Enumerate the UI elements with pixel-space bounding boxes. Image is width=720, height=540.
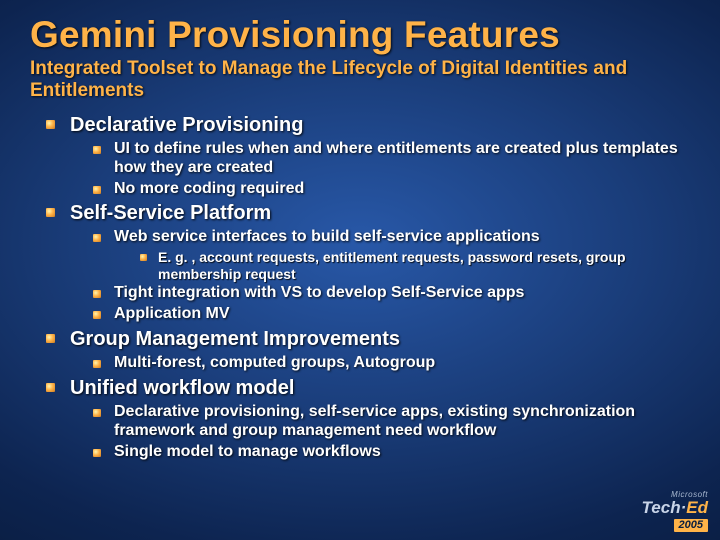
list-item: Multi-forest, computed groups, Autogroup	[88, 354, 690, 373]
list-item: Self-Service Platform Web service interf…	[40, 201, 690, 324]
list-item: Declarative Provisioning UI to define ru…	[40, 113, 690, 199]
list-item: E. g. , account requests, entitlement re…	[136, 249, 690, 282]
logo-year: 2005	[674, 519, 708, 532]
heading-text: Unified workflow model	[70, 377, 294, 399]
logo-brand-part2: Ed	[686, 498, 708, 517]
heading-text: Declarative Provisioning	[70, 114, 303, 136]
heading-text: Self-Service Platform	[70, 202, 271, 224]
list-item: Single model to manage workflows	[88, 443, 690, 462]
body-text: Web service interfaces to build self-ser…	[114, 228, 540, 245]
list-item: Application MV	[88, 305, 690, 324]
slide-subtitle: Integrated Toolset to Manage the Lifecyc…	[30, 58, 670, 103]
list-item: Declarative provisioning, self-service a…	[88, 403, 690, 441]
logo-brand: Tech·Ed	[642, 499, 708, 516]
list-item: Group Management Improvements Multi-fore…	[40, 327, 690, 373]
bullet-list: Declarative Provisioning UI to define ru…	[40, 113, 690, 462]
slide-title: Gemini Provisioning Features	[30, 14, 690, 56]
heading-text: Group Management Improvements	[70, 328, 400, 350]
list-item: Web service interfaces to build self-ser…	[88, 228, 690, 282]
list-item: No more coding required	[88, 180, 690, 199]
list-item: Unified workflow model Declarative provi…	[40, 376, 690, 462]
list-item: UI to define rules when and where entitl…	[88, 140, 690, 178]
footer-logo: Microsoft Tech·Ed 2005	[642, 491, 708, 532]
logo-brand-part1: Tech·	[642, 498, 687, 517]
list-item: Tight integration with VS to develop Sel…	[88, 284, 690, 303]
slide: Gemini Provisioning Features Integrated …	[0, 0, 720, 540]
